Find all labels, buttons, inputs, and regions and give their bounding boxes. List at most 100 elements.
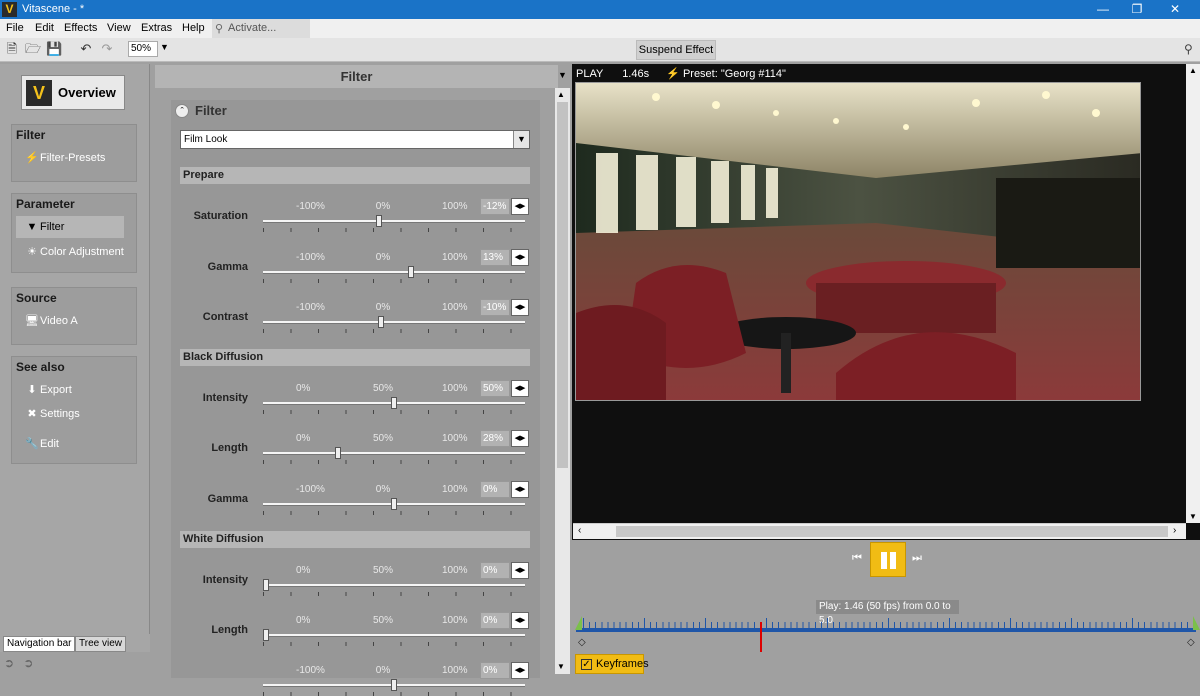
collapse-icon[interactable]: ˆ — [175, 104, 189, 118]
save-icon[interactable]: 💾 — [46, 41, 62, 57]
filter-preset-select[interactable]: Film Look ▼ — [180, 130, 530, 149]
range-start-marker[interactable] — [575, 616, 582, 630]
checkbox-checked-icon[interactable]: ✓ — [581, 659, 592, 670]
nav-buttons: ➲ ➲ — [4, 656, 33, 670]
spin-arrows-icon[interactable]: ◀▶ — [511, 299, 529, 316]
open-folder-icon[interactable]: 🗁 — [25, 41, 41, 57]
slider-track[interactable] — [263, 634, 525, 637]
spin-arrows-icon[interactable]: ◀▶ — [511, 198, 529, 215]
slider-thumb[interactable] — [391, 679, 397, 691]
nav-item-export[interactable]: ⬇ Export — [16, 379, 124, 401]
slider-track[interactable] — [263, 220, 525, 223]
spin-arrows-icon[interactable]: ◀▶ — [511, 380, 529, 397]
tab-tree-view[interactable]: Tree view — [75, 636, 126, 652]
timeline-track[interactable] — [576, 628, 1196, 632]
section-white-diffusion: White Diffusion — [180, 531, 530, 548]
menu-view[interactable]: View — [107, 22, 131, 34]
parameter-label: Gamma — [207, 493, 248, 505]
zoom-select[interactable]: 50% — [128, 41, 158, 57]
slider-track[interactable] — [263, 584, 525, 587]
close-icon[interactable]: ✕ — [1152, 0, 1198, 19]
overview-button[interactable]: V Overview — [21, 75, 125, 110]
slider-ticks — [263, 592, 525, 596]
skip-back-icon[interactable]: ⏮ — [852, 552, 862, 565]
spin-arrows-icon[interactable]: ◀▶ — [511, 662, 529, 679]
pause-button[interactable] — [870, 542, 906, 577]
slider-track[interactable] — [263, 321, 525, 324]
parameter-value-field[interactable]: 13% — [480, 249, 510, 266]
parameter-value-field[interactable]: 28% — [480, 430, 510, 447]
parameter-value-field[interactable]: 0% — [480, 612, 510, 629]
activate-button[interactable]: ⚲ Activate... — [212, 19, 310, 38]
parameter-value-field[interactable]: 50% — [480, 380, 510, 397]
nav-item-color-adjustment[interactable]: ☀ Color Adjustment — [16, 241, 124, 263]
nav-item-filter-presets[interactable]: ⚡Filter-Presets — [16, 147, 124, 169]
parameter-value-field[interactable]: -12% — [480, 198, 510, 215]
tab-navigation-bar[interactable]: Navigation bar — [3, 636, 76, 652]
slider-thumb[interactable] — [391, 397, 397, 409]
nav-item-settings[interactable]: ✖ Settings — [16, 403, 124, 425]
menu-help[interactable]: Help — [182, 22, 205, 34]
slider-thumb[interactable] — [335, 447, 341, 459]
playhead[interactable] — [760, 622, 762, 652]
forward-arrow-icon[interactable]: ➲ — [23, 656, 33, 670]
preview-horizontal-scrollbar[interactable]: ‹ › — [573, 523, 1186, 539]
scroll-up-icon[interactable]: ▲ — [557, 90, 565, 99]
spin-arrows-icon[interactable]: ◀▶ — [511, 249, 529, 266]
slider-track[interactable] — [263, 271, 525, 274]
keyframe-diamond-icon[interactable]: ◇ — [578, 637, 586, 648]
scroll-down-icon[interactable]: ▼ — [1189, 512, 1197, 521]
slider-thumb[interactable] — [376, 215, 382, 227]
spin-arrows-icon[interactable]: ◀▶ — [511, 612, 529, 629]
nav-item-edit[interactable]: 🔧Edit — [16, 433, 124, 455]
parameter-value-field[interactable]: 0% — [480, 562, 510, 579]
panel-scrollbar[interactable]: ▲ ▼ — [555, 88, 570, 674]
parameter-value-field[interactable]: -10% — [480, 299, 510, 316]
slider-ticks — [263, 329, 525, 333]
slider-thumb[interactable] — [391, 498, 397, 510]
scrollbar-thumb[interactable] — [616, 526, 1168, 537]
suspend-effect-button[interactable]: Suspend Effect — [636, 40, 716, 60]
range-end-marker[interactable] — [1193, 616, 1200, 630]
undo-icon[interactable]: ↶ — [78, 41, 94, 57]
scroll-left-icon[interactable]: ‹ — [578, 525, 581, 536]
new-file-icon[interactable]: 🗎 — [4, 41, 20, 57]
panel-menu-icon[interactable]: ▼ — [558, 70, 567, 80]
menu-file[interactable]: File — [6, 22, 24, 34]
chevron-down-icon[interactable]: ▼ — [160, 42, 169, 52]
nav-item-filter[interactable]: ▼ Filter — [16, 216, 124, 238]
chevron-down-icon[interactable]: ▼ — [513, 131, 529, 148]
menu-extras[interactable]: Extras — [141, 22, 172, 34]
spin-arrows-icon[interactable]: ◀▶ — [511, 430, 529, 447]
slider-thumb[interactable] — [408, 266, 414, 278]
slider-track[interactable] — [263, 452, 525, 455]
scroll-down-icon[interactable]: ▼ — [557, 662, 565, 671]
skip-forward-icon[interactable]: ⏭ — [912, 552, 922, 565]
spin-arrows-icon[interactable]: ◀▶ — [511, 562, 529, 579]
slider-thumb[interactable] — [263, 579, 269, 591]
keyframe-diamond-icon[interactable]: ◇ — [1187, 637, 1195, 648]
filter-section-title[interactable]: ˆ Filter — [175, 103, 227, 118]
slider-ticks — [263, 228, 525, 232]
preview-status: PLAY 1.46s ⚡ Preset: "Georg #114" — [576, 67, 786, 80]
nav-group-title: Source — [16, 291, 57, 305]
menu-edit[interactable]: Edit — [35, 22, 54, 34]
parameter-value-field[interactable]: 0% — [480, 662, 510, 679]
back-arrow-icon[interactable]: ➲ — [4, 656, 14, 670]
menu-effects[interactable]: Effects — [64, 22, 97, 34]
preview-vertical-scrollbar[interactable]: ▲ ▼ — [1186, 64, 1200, 523]
scroll-up-icon[interactable]: ▲ — [1189, 66, 1197, 75]
keyframes-toggle[interactable]: ✓ Keyframes — [575, 654, 649, 674]
slider-thumb[interactable] — [378, 316, 384, 328]
scrollbar-thumb[interactable] — [557, 102, 568, 468]
scroll-right-icon[interactable]: › — [1173, 525, 1176, 536]
parameter-value-field[interactable]: 0% — [480, 481, 510, 498]
range-mid-label: 0% — [375, 201, 391, 212]
redo-icon[interactable]: ↷ — [99, 41, 115, 57]
slider-thumb[interactable] — [263, 629, 269, 641]
nav-item-video-a[interactable]: 🖥Video A — [16, 310, 124, 332]
spin-arrows-icon[interactable]: ◀▶ — [511, 481, 529, 498]
nav-group-title: Parameter — [16, 197, 75, 211]
lightbulb-icon[interactable]: ⚲ — [1184, 42, 1193, 56]
range-max-label: 100% — [442, 302, 468, 313]
